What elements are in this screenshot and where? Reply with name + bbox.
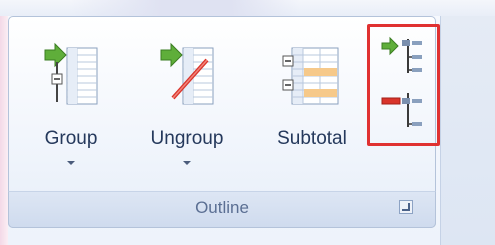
- show-hide-detail-highlight: [367, 24, 440, 146]
- group-icon: [39, 36, 103, 113]
- ungroup-button-label: Ungroup: [150, 128, 224, 149]
- group-button-label: Group: [44, 128, 98, 149]
- ungroup-icon: [155, 36, 219, 113]
- hide-detail-button[interactable]: [378, 87, 428, 132]
- subtotal-button[interactable]: Subtotal: [258, 30, 366, 180]
- group-dropdown-arrow-icon[interactable]: [67, 161, 75, 165]
- subtotal-icon: [276, 36, 348, 113]
- hide-detail-icon: [381, 93, 422, 127]
- ribbon-next-group-edge: [440, 16, 495, 245]
- window-top-band: [0, 0, 495, 16]
- dialog-launcher-icon[interactable]: [399, 200, 413, 214]
- left-decoration: [0, 16, 8, 245]
- ungroup-dropdown-arrow-icon[interactable]: [183, 161, 191, 165]
- subtotal-button-label: Subtotal: [277, 128, 347, 149]
- show-detail-icon: [381, 36, 422, 73]
- ungroup-button[interactable]: Ungroup: [131, 30, 243, 180]
- show-detail-button[interactable]: [378, 33, 428, 78]
- outline-group-label: Outline: [195, 198, 249, 217]
- group-button[interactable]: Group: [30, 30, 112, 180]
